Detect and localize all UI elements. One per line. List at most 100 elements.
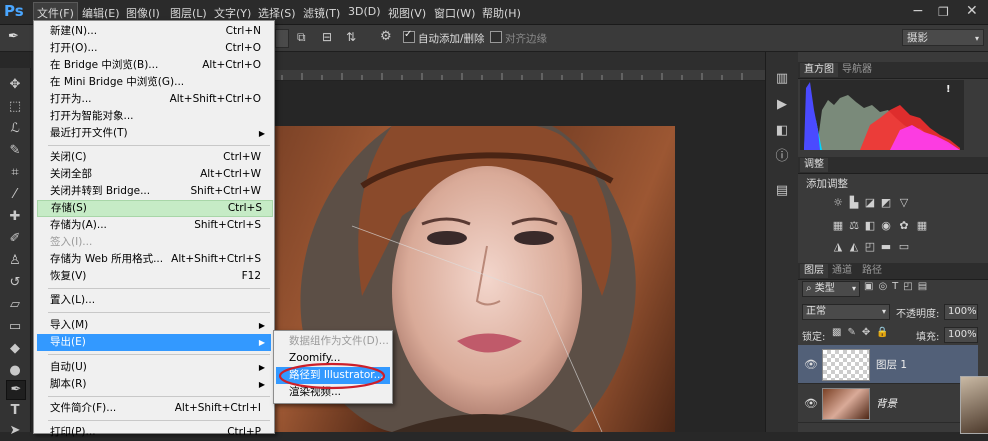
histogram-panel-icon[interactable]: ▥ [773, 70, 791, 88]
menu-select[interactable]: 选择(S) [258, 5, 296, 21]
fill-field[interactable]: 100% [944, 327, 978, 343]
menu-item-file-info[interactable]: 文件简介(F)... Alt+Shift+Ctrl+I [37, 400, 271, 417]
tab-histogram[interactable]: 直方图 [800, 63, 838, 77]
blend-mode-dropdown[interactable]: 正常 ▾ [802, 304, 890, 320]
workspace-dropdown[interactable]: 摄影 ▾ [902, 29, 984, 46]
warning-icon[interactable]: ! [946, 84, 951, 95]
clone-stamp-tool-icon[interactable]: ♙ [6, 252, 24, 270]
menu-item-new[interactable]: 新建(N)... Ctrl+N [37, 23, 271, 40]
tab-navigator[interactable]: 导航器 [838, 63, 876, 77]
menu-item-automate[interactable]: 自动(U) ▶ [37, 359, 271, 376]
tab-channels[interactable]: 通道 [828, 264, 856, 278]
menu-view[interactable]: 视图(V) [388, 5, 426, 21]
menu-item-close[interactable]: 关闭(C) Ctrl+W [37, 149, 271, 166]
selective-color-icon[interactable]: ▭ [898, 241, 910, 252]
menu-window[interactable]: 窗口(W) [434, 5, 475, 21]
quick-select-tool-icon[interactable]: ✎ [6, 142, 24, 160]
posterize-icon[interactable]: ◭ [848, 241, 860, 252]
menu-item-browse-mini-bridge[interactable]: 在 Mini Bridge 中浏览(G)... [37, 74, 271, 91]
menu-filter[interactable]: 滤镜(T) [303, 5, 340, 21]
scale-icon[interactable]: ⚖ [848, 220, 860, 231]
path-selection-tool-icon[interactable]: ➤ [6, 422, 24, 440]
minimize-icon[interactable]: − [912, 3, 924, 19]
exposure-icon[interactable]: ◩ [880, 197, 892, 208]
crop-tool-icon[interactable]: ⌗ [6, 164, 24, 182]
menu-item-open-smart-object[interactable]: 打开为智能对象... [37, 108, 271, 125]
path-mode-dropdown[interactable] [275, 29, 289, 48]
lasso-tool-icon[interactable]: ℒ [6, 120, 24, 138]
menu-item-print[interactable]: 打印(P)... Ctrl+P [37, 424, 271, 441]
menu-edit[interactable]: 编辑(E) [82, 5, 120, 21]
menu-item-export[interactable]: 导出(E) ▶ [37, 334, 271, 351]
curves-icon[interactable]: ◪ [864, 197, 876, 208]
tab-layers[interactable]: 图层 [800, 264, 828, 278]
menu-item-save-for-web[interactable]: 存储为 Web 所用格式... Alt+Shift+Ctrl+S [37, 251, 271, 268]
path-arrangement-icon[interactable]: ⇅ [346, 30, 356, 44]
menu-layer[interactable]: 图层(L) [170, 5, 207, 21]
marquee-tool-icon[interactable]: ⬚ [6, 98, 24, 116]
submenu-item-data-sets[interactable]: 数据组作为文件(D)... [276, 333, 390, 350]
menu-item-close-all[interactable]: 关闭全部 Alt+Ctrl+W [37, 166, 271, 183]
menu-item-browse-bridge[interactable]: 在 Bridge 中浏览(B)... Alt+Ctrl+O [37, 57, 271, 74]
blur-tool-icon[interactable]: ◆ [6, 340, 24, 358]
pen-tool-icon[interactable]: ✒ [8, 29, 26, 47]
menu-item-scripts[interactable]: 脚本(R) ▶ [37, 376, 271, 393]
menu-item-check-in[interactable]: 签入(I)... [37, 234, 271, 251]
menu-item-revert[interactable]: 恢复(V) F12 [37, 268, 271, 285]
auto-add-delete-checkbox[interactable]: 自动添加/删除 [403, 29, 485, 46]
black-white-icon[interactable]: ◧ [864, 220, 876, 231]
eyedropper-tool-icon[interactable]: ⁄ [6, 186, 24, 204]
invert-icon[interactable]: ◮ [832, 241, 844, 252]
close-icon[interactable]: ✕ [966, 3, 978, 19]
eye-icon[interactable]: 👁 [804, 397, 818, 410]
threshold-icon[interactable]: ◰ [864, 241, 876, 252]
restore-icon[interactable]: ❐ [938, 5, 949, 19]
menu-item-import[interactable]: 导入(M) ▶ [37, 317, 271, 334]
layer-filter-dropdown[interactable]: ⌕ 类型 ▾ [802, 281, 860, 297]
gradient-map-icon[interactable]: ▬ [880, 241, 892, 252]
gear-icon[interactable]: ⚙ [380, 29, 392, 44]
channel-mixer-icon[interactable]: ✿ [898, 220, 910, 231]
brush-tool-icon[interactable]: ✐ [6, 230, 24, 248]
layer-row[interactable]: 👁 图层 1 [798, 345, 978, 384]
info-icon[interactable]: ⓘ [773, 148, 791, 166]
brightness-icon[interactable]: ☼ [832, 197, 844, 208]
move-tool-icon[interactable]: ✥ [6, 76, 24, 94]
menu-item-close-goto-bridge[interactable]: 关闭并转到 Bridge... Shift+Ctrl+W [37, 183, 271, 200]
path-operations-icon[interactable]: ⧉ [297, 30, 306, 45]
eye-icon[interactable]: 👁 [804, 358, 818, 371]
healing-brush-tool-icon[interactable]: ✚ [6, 208, 24, 226]
menu-item-open-as[interactable]: 打开为... Alt+Shift+Ctrl+O [37, 91, 271, 108]
menu-type[interactable]: 文字(Y) [214, 5, 251, 21]
menu-item-save-as[interactable]: 存储为(A)... Shift+Ctrl+S [37, 217, 271, 234]
menu-item-save[interactable]: 存储(S) Ctrl+S [37, 200, 273, 217]
color-balance-icon[interactable]: ▦ [832, 220, 844, 231]
gradient-tool-icon[interactable]: ▭ [6, 318, 24, 336]
photo-filter-icon[interactable]: ◉ [880, 220, 892, 231]
opacity-field[interactable]: 100% [944, 304, 978, 320]
menu-3d[interactable]: 3D(D) [348, 5, 381, 18]
type-tool-icon[interactable]: T [6, 402, 24, 420]
layer-filter-icons[interactable]: ▣◎T◰▤ [864, 281, 974, 295]
layer-row[interactable]: 👁 背景 [798, 384, 978, 423]
menu-image[interactable]: 图像(I) [126, 5, 160, 21]
tab-adjustments[interactable]: 调整 [800, 158, 828, 172]
history-brush-tool-icon[interactable]: ↺ [6, 274, 24, 292]
menu-help[interactable]: 帮助(H) [482, 5, 521, 21]
tab-paths[interactable]: 路径 [858, 264, 886, 278]
brush-presets-icon[interactable]: ◧ [773, 122, 791, 140]
color-lookup-icon[interactable]: ▦ [916, 220, 928, 231]
pen-tool-icon[interactable]: ✒ [6, 380, 26, 400]
path-alignment-icon[interactable]: ⊟ [322, 30, 332, 44]
levels-icon[interactable]: ▙ [848, 197, 860, 208]
menu-item-open[interactable]: 打开(O)... Ctrl+O [37, 40, 271, 57]
dodge-tool-icon[interactable]: ● [6, 362, 24, 380]
menu-item-recent[interactable]: 最近打开文件(T) ▶ [37, 125, 271, 142]
lock-icons[interactable]: ▩✎✥🔒 [832, 327, 895, 338]
align-edges-checkbox[interactable]: 对齐边缘 [490, 31, 547, 46]
play-actions-icon[interactable]: ▶ [773, 96, 791, 114]
eraser-tool-icon[interactable]: ▱ [6, 296, 24, 314]
menu-item-place[interactable]: 置入(L)... [37, 292, 271, 309]
vibrance-icon[interactable]: ▽ [898, 197, 910, 208]
layer-comps-icon[interactable]: ▤ [773, 182, 791, 200]
